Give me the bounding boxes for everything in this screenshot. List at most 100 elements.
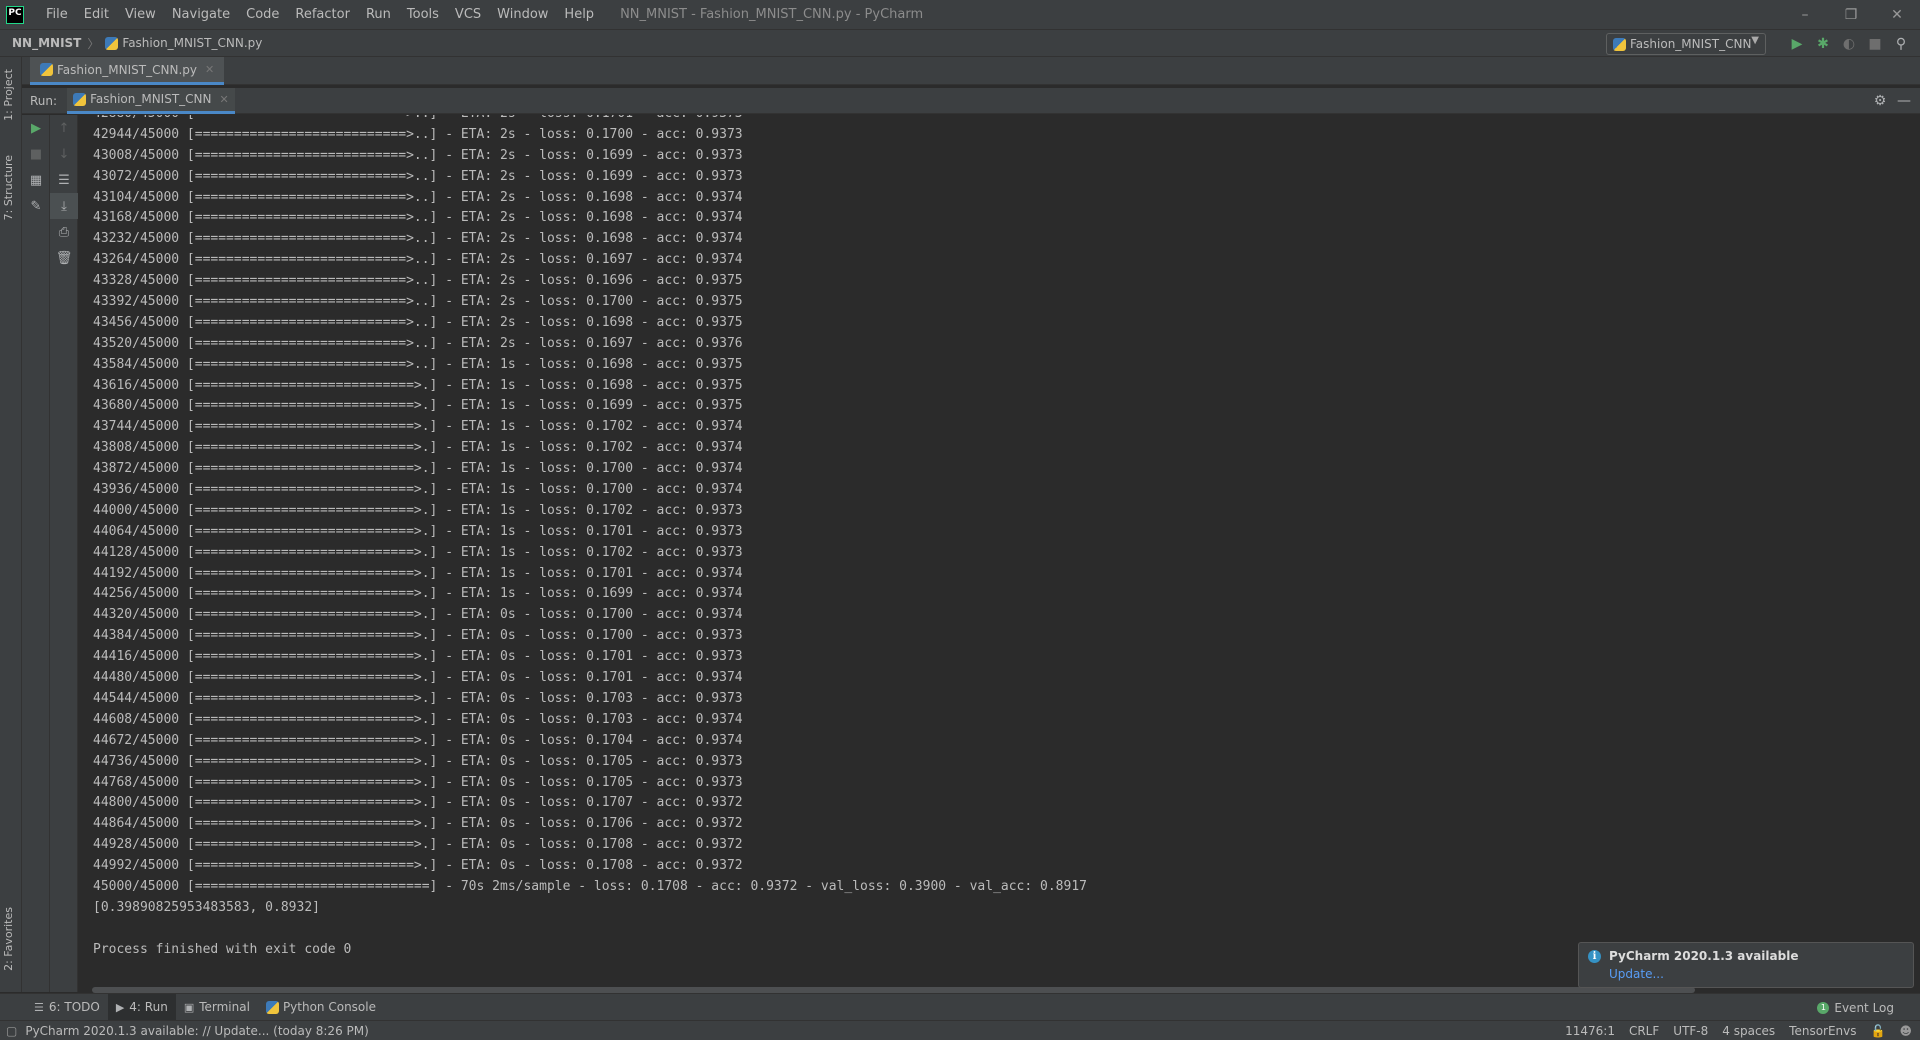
editor-tab-fashion-mnist[interactable]: Fashion_MNIST_CNN.py ✕	[30, 57, 225, 85]
trash-icon[interactable]: 🗑	[50, 245, 78, 271]
pin-icon[interactable]: ✎	[22, 193, 50, 219]
console-line: 44768/45000 [===========================…	[93, 774, 743, 790]
gear-icon[interactable]: ⚙	[1868, 89, 1892, 113]
update-link[interactable]: Update...	[1609, 967, 1664, 981]
close-icon[interactable]: ✕	[220, 93, 229, 106]
status-widgets: 11476:1 CRLF UTF-8 4 spaces TensorEnvs 🔓…	[1551, 1021, 1912, 1040]
run-icon: ▶	[115, 1000, 125, 1014]
console-line: 43328/45000 [===========================…	[93, 273, 743, 289]
console-line: 42880/45000 [===========================…	[93, 115, 1087, 125]
menu-code[interactable]: Code	[238, 0, 287, 29]
window-icon: ▢	[6, 1023, 18, 1038]
terminal-tool-button[interactable]: ▣ Terminal	[176, 994, 258, 1021]
stop-icon[interactable]: ■	[22, 141, 50, 167]
main-menu: File Edit View Navigate Code Refactor Ru…	[38, 0, 602, 29]
console-line: 44000/45000 [===========================…	[93, 502, 743, 518]
favorites-tool-tab[interactable]: 2: Favorites	[2, 907, 15, 971]
console-line: 43936/45000 [===========================…	[93, 482, 743, 498]
menu-file[interactable]: File	[38, 0, 76, 29]
close-window-button[interactable]: ✕	[1874, 0, 1920, 29]
info-icon: i	[1588, 950, 1601, 963]
restore-button[interactable]: ❐	[1828, 0, 1874, 29]
menu-refactor[interactable]: Refactor	[287, 0, 358, 29]
menu-view[interactable]: View	[117, 0, 164, 29]
event-log-label: Event Log	[1834, 1000, 1894, 1015]
minimize-button[interactable]: –	[1782, 0, 1828, 29]
menu-window[interactable]: Window	[489, 0, 556, 29]
caret-position[interactable]: 11476:1	[1565, 1024, 1615, 1038]
navigation-bar: NN_MNIST 〉 Fashion_MNIST_CNN.py Fashion_…	[0, 29, 1920, 57]
run-tab-fashion-mnist[interactable]: Fashion_MNIST_CNN ✕	[67, 87, 235, 114]
lock-icon[interactable]: 🔓	[1871, 1024, 1886, 1038]
run-tool-button[interactable]: ▶ 4: Run	[107, 993, 176, 1021]
event-count-badge: 1	[1817, 1001, 1830, 1014]
layout-icon[interactable]: ▦	[22, 167, 50, 193]
console-line: 43168/45000 [===========================…	[93, 210, 743, 226]
console-line: 43104/45000 [===========================…	[93, 189, 743, 205]
indent-setting[interactable]: 4 spaces	[1722, 1024, 1775, 1038]
run-configuration-dropdown[interactable]: Fashion_MNIST_CNN ▼	[1606, 33, 1766, 55]
console-line: 44672/45000 [===========================…	[93, 732, 743, 748]
breadcrumb-project[interactable]: NN_MNIST	[12, 36, 81, 50]
console-line: 44480/45000 [===========================…	[93, 670, 743, 686]
run-tool-label: 4: Run	[129, 1000, 168, 1014]
run-tab-label: Fashion_MNIST_CNN	[90, 92, 212, 106]
event-log-button[interactable]: 1 Event Log	[1817, 994, 1894, 1021]
update-notification[interactable]: i PyCharm 2020.1.3 available Update...	[1578, 942, 1914, 988]
breadcrumb-file[interactable]: Fashion_MNIST_CNN.py	[105, 36, 262, 50]
run-side-toolbar: ▶ ■ ▦ ✎	[22, 115, 50, 992]
inspector-icon[interactable]: ☻	[1899, 1024, 1912, 1038]
line-separator[interactable]: CRLF	[1629, 1024, 1659, 1038]
menu-help[interactable]: Help	[556, 0, 602, 29]
python-interpreter[interactable]: TensorEnvs	[1789, 1024, 1856, 1038]
console-output: 42880/45000 [===========================…	[93, 115, 1087, 961]
menu-navigate[interactable]: Navigate	[164, 0, 238, 29]
console-line: 44992/45000 [===========================…	[93, 858, 743, 874]
coverage-icon[interactable]: ◐	[1836, 31, 1862, 57]
bottom-tool-bar: ☰ 6: TODO ▶ 4: Run ▣ Terminal Python Con…	[0, 993, 1920, 1021]
soft-wrap-icon[interactable]: ☰	[50, 167, 78, 193]
run-toolbar: ▶ ✱ ◐ ■ ⚲	[1784, 30, 1914, 58]
status-bar: ▢ PyCharm 2020.1.3 available: // Update.…	[0, 1020, 1920, 1040]
debug-icon[interactable]: ✱	[1810, 31, 1836, 57]
console-line: 43872/45000 [===========================…	[93, 461, 743, 477]
rerun-icon[interactable]: ▶	[22, 115, 50, 141]
status-message-text: PyCharm 2020.1.3 available: // Update...…	[25, 1023, 369, 1038]
console-line: 44928/45000 [===========================…	[93, 837, 743, 853]
console-line: 44192/45000 [===========================…	[93, 565, 743, 581]
stop-icon[interactable]: ■	[1862, 31, 1888, 57]
status-message[interactable]: ▢ PyCharm 2020.1.3 available: // Update.…	[6, 1024, 369, 1038]
python-file-icon	[1613, 37, 1626, 51]
run-panel-label: Run:	[30, 93, 58, 108]
python-console-tool-button[interactable]: Python Console	[258, 994, 384, 1021]
print-icon[interactable]: ⎙	[50, 219, 78, 245]
console-line: 44544/45000 [===========================…	[93, 690, 743, 706]
close-icon[interactable]: ✕	[205, 63, 214, 76]
todo-tool-button[interactable]: ☰ 6: TODO	[26, 994, 108, 1021]
project-tool-tab[interactable]: 1: Project	[2, 69, 15, 121]
menu-vcs[interactable]: VCS	[447, 0, 489, 29]
pycharm-logo-icon: PC	[6, 5, 24, 24]
menu-tools[interactable]: Tools	[399, 0, 447, 29]
console-line: 43456/45000 [===========================…	[93, 314, 743, 330]
run-icon[interactable]: ▶	[1784, 31, 1810, 57]
window-title: NN_MNIST - Fashion_MNIST_CNN.py - PyChar…	[620, 7, 924, 22]
console-line: 43584/45000 [===========================…	[93, 356, 743, 372]
console-line: 43680/45000 [===========================…	[93, 398, 743, 414]
hide-panel-icon[interactable]: —	[1892, 89, 1916, 113]
menu-run[interactable]: Run	[358, 0, 399, 29]
scroll-to-end-icon[interactable]: ⤓	[50, 193, 78, 219]
structure-tool-tab[interactable]: 7: Structure	[2, 155, 15, 220]
run-console[interactable]: 42880/45000 [===========================…	[79, 115, 1920, 990]
console-line: 44320/45000 [===========================…	[93, 607, 743, 623]
menu-edit[interactable]: Edit	[76, 0, 117, 29]
console-line: 43808/45000 [===========================…	[93, 440, 743, 456]
console-line: 43744/45000 [===========================…	[93, 419, 743, 435]
search-icon[interactable]: ⚲	[1888, 31, 1914, 57]
arrow-down-icon[interactable]: ↓	[50, 141, 78, 167]
file-encoding[interactable]: UTF-8	[1673, 1024, 1708, 1038]
arrow-up-icon[interactable]: ↑	[50, 115, 78, 141]
console-line: [0.39890825953483583, 0.8932]	[93, 899, 320, 915]
console-line: 43232/45000 [===========================…	[93, 231, 743, 247]
